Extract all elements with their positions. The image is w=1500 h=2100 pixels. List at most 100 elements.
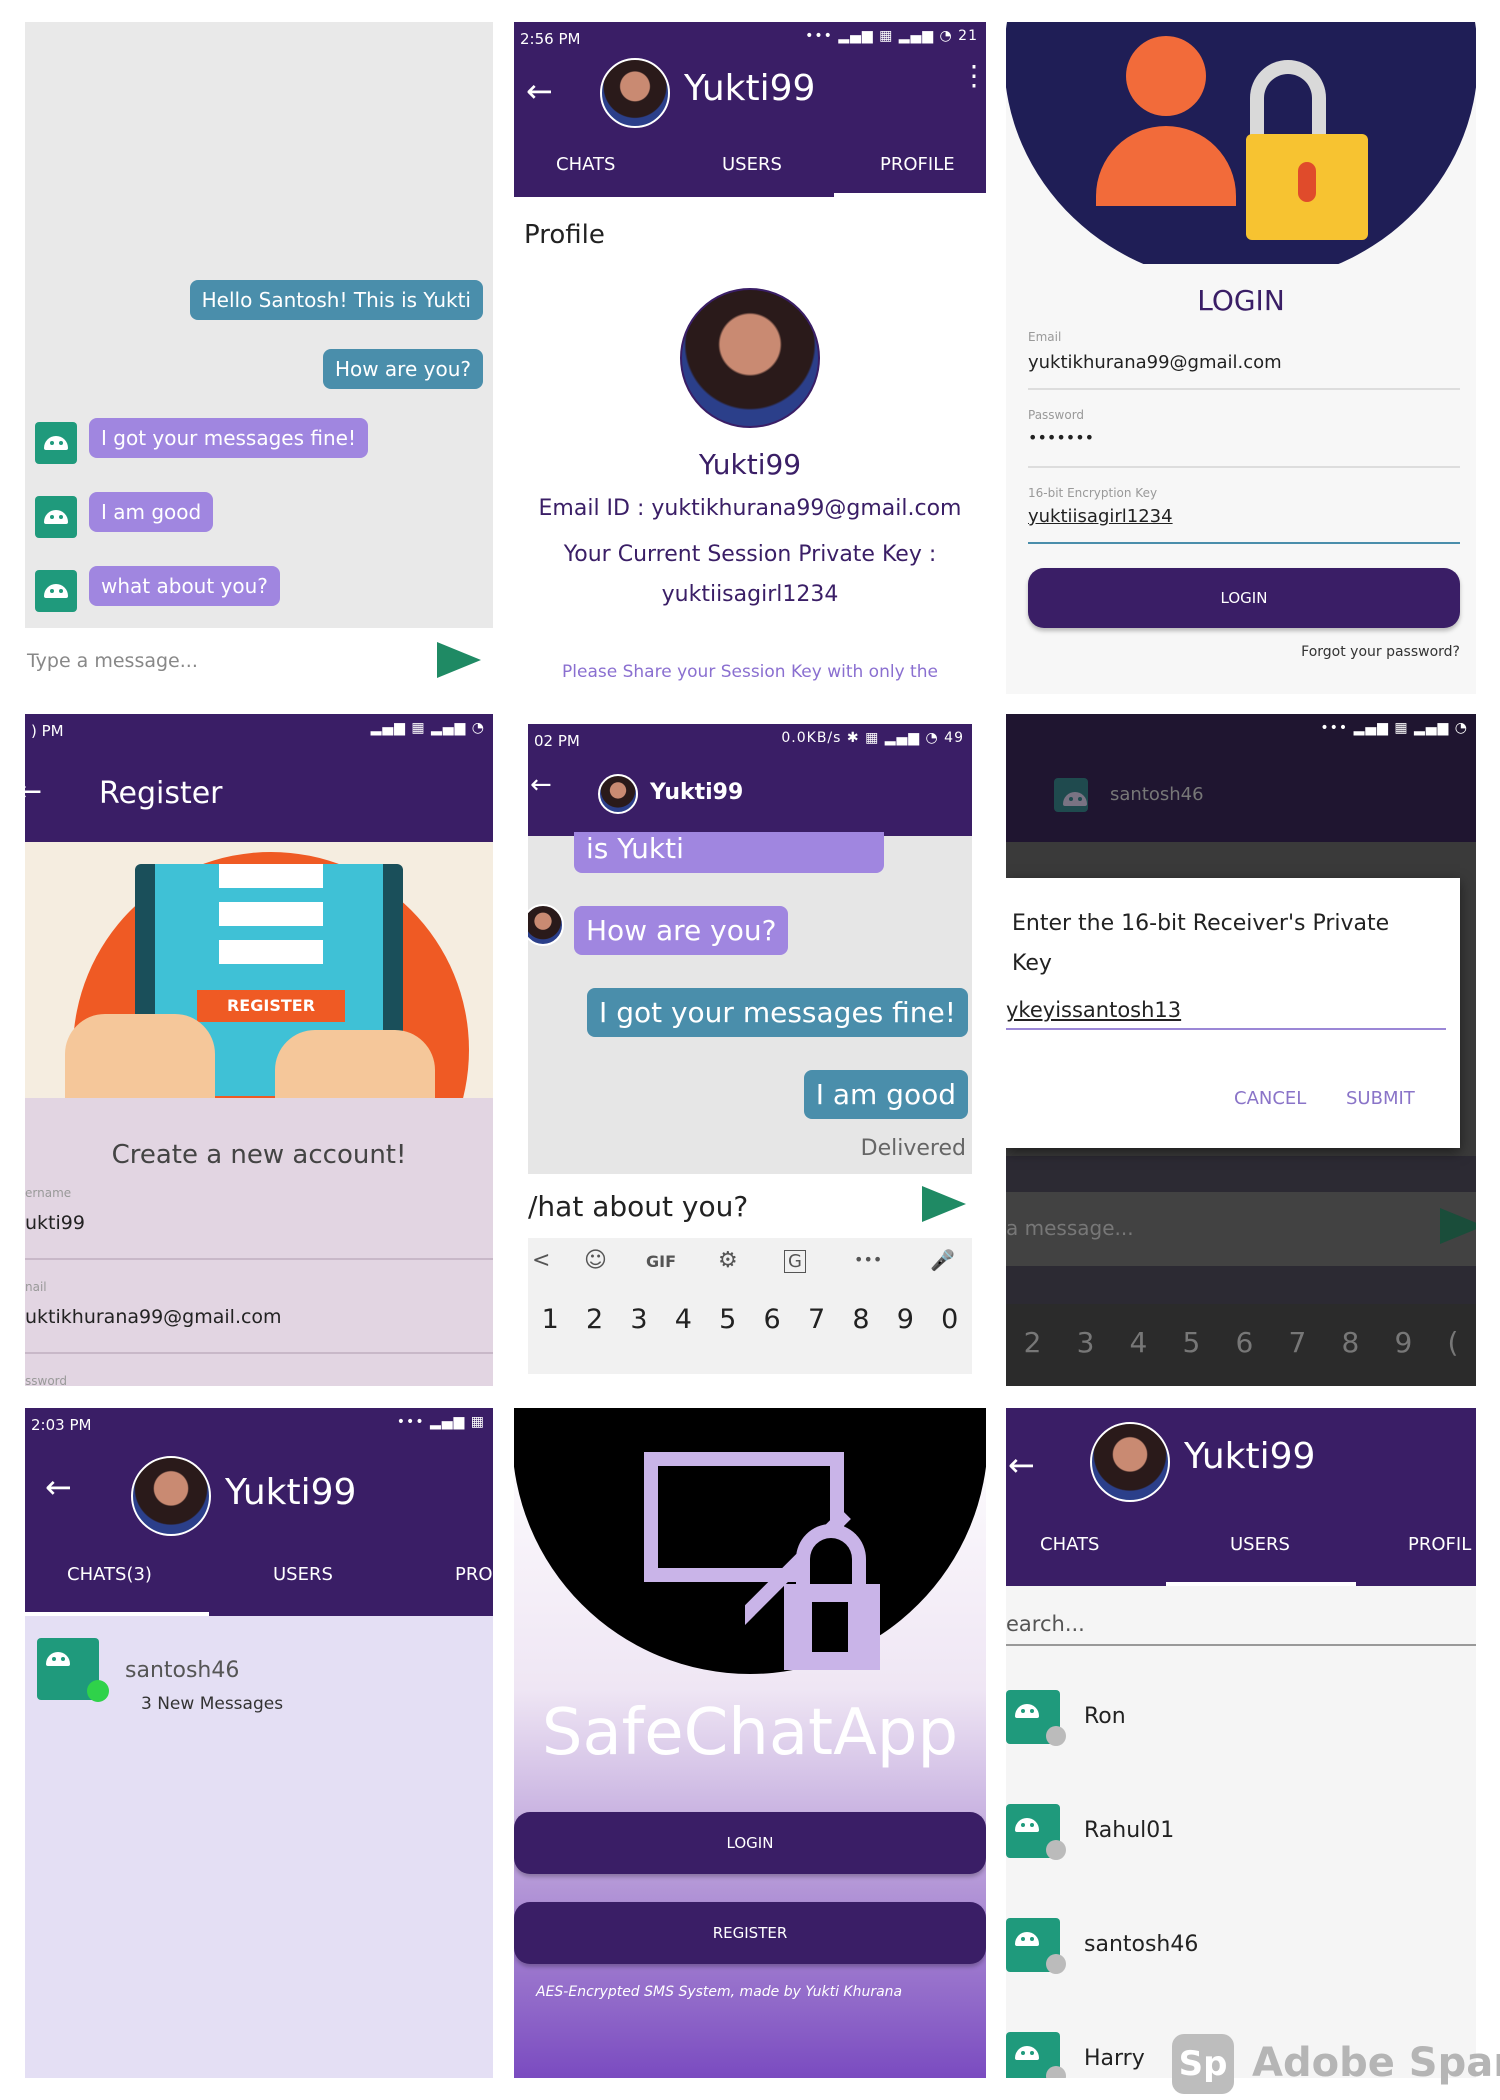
login-button[interactable]: LOGIN [514,1812,986,1874]
encryption-key-field[interactable]: yuktiisagirl1234 [1028,506,1173,527]
avatar[interactable] [1090,1422,1170,1502]
key-0[interactable]: 0 [941,1304,958,1335]
android-avatar-icon [35,422,77,464]
keyboard-collapse-icon[interactable]: < [532,1248,550,1273]
private-key-dialog: Enter the 16-bit Receiver's Private Key … [1006,878,1460,1148]
key-3: 3 [1076,1326,1095,1359]
submit-button[interactable]: SUBMIT [1346,1088,1415,1109]
back-arrow-icon[interactable]: ← [1008,1446,1035,1484]
user-list-item[interactable]: Ron [1084,1704,1126,1729]
password-field[interactable]: ••••••• [1028,428,1094,447]
login-title: LOGIN [1197,284,1285,317]
key-6[interactable]: 6 [764,1304,781,1335]
back-arrow-icon[interactable]: ← [25,774,42,809]
adobe-spark-logo: Sp [1172,2034,1234,2094]
offline-dot [1046,2066,1066,2078]
offline-dot [1046,1954,1066,1974]
status-icons: 0.0KB/s ✱ ▦ ▂▄▆ ◔ 49 [781,730,964,746]
received-message: How are you? [574,906,789,955]
chat-screen-2: 02 PM 0.0KB/s ✱ ▦ ▂▄▆ ◔ 49 ← Yukti99 is … [528,724,972,1374]
key-3[interactable]: 3 [630,1304,647,1335]
divider [25,1258,493,1260]
email-field[interactable]: uktikhurana99@gmail.com [25,1306,282,1328]
key-2[interactable]: 2 [586,1304,603,1335]
username-field[interactable]: ukti99 [25,1212,85,1234]
users-screen: ← Yukti99 CHATS USERS PROFIL earch... Ro… [1006,1408,1476,2078]
divider [25,1352,493,1354]
more-options-icon[interactable]: ••• [854,1250,882,1269]
gif-button[interactable]: GIF [646,1252,676,1271]
login-button[interactable]: LOGIN [1028,568,1460,628]
translate-icon[interactable]: G [784,1250,806,1273]
key-5: 5 [1182,1326,1201,1359]
register-button[interactable]: REGISTER [514,1902,986,1964]
hand-illustration [65,1014,215,1104]
avatar[interactable] [600,58,670,128]
user-list-item[interactable]: Rahul01 [1084,1818,1174,1843]
message-input[interactable]: /hat about you? [528,1190,748,1223]
key-9[interactable]: 9 [897,1304,914,1335]
tab-users[interactable]: USERS [1230,1534,1290,1555]
status-bar: 02 PM 0.0KB/s ✱ ▦ ▂▄▆ ◔ 49 [534,730,964,750]
app-bar-title: Yukti99 [650,780,744,805]
status-icons: ▂▄▆ ▦ ▂▄▆ ◔ [370,720,485,736]
message-input: a message... [1006,1216,1134,1240]
overflow-menu-icon[interactable]: ⋮ [960,62,986,90]
app-bar: 2:56 PM ••• ▂▄▆ ▦ ▂▄▆ ◔ 21 ← Yukti99 ⋮ C… [514,22,986,197]
send-icon[interactable] [922,1186,966,1222]
encryption-key-label: 16-bit Encryption Key [1028,486,1158,500]
register-screen: ) PM ▂▄▆ ▦ ▂▄▆ ◔ ← Register REGISTER Cre… [25,714,493,1386]
sticker-icon[interactable]: ☺ [584,1248,607,1273]
user-list-item[interactable]: Harry [1084,2046,1145,2071]
key-1[interactable]: 1 [542,1304,559,1335]
receiver-key-input[interactable]: ykeyissantosh13 [1006,998,1181,1022]
tab-chats[interactable]: CHATS [556,154,615,175]
key-8: 8 [1341,1326,1360,1359]
email-field[interactable]: yuktikhurana99@gmail.com [1028,352,1282,373]
back-arrow-icon[interactable]: ← [45,1468,72,1506]
divider [1006,1644,1476,1646]
app-bar-title: Yukti99 [1184,1436,1316,1477]
tab-indicator [25,1612,209,1616]
cancel-button[interactable]: CANCEL [1234,1088,1306,1109]
keyboard: < ☺ GIF ⚙ G ••• 🎤 1 2 3 4 5 6 7 8 9 0 [528,1238,972,1374]
back-arrow-icon[interactable]: ← [526,72,553,110]
form-line [219,940,323,964]
tab-profile[interactable]: PROFIL [1408,1534,1471,1555]
tab-profile[interactable]: PROFILE [880,154,955,175]
avatar [528,904,564,946]
key-9: 9 [1394,1326,1413,1359]
sent-message: Hello Santosh! This is Yukti [189,280,483,320]
back-arrow-icon[interactable]: ← [530,770,552,800]
new-messages-count: 3 New Messages [141,1694,284,1714]
chat-item-name[interactable]: santosh46 [125,1658,239,1683]
search-input[interactable]: earch... [1006,1612,1085,1636]
avatar[interactable] [131,1456,211,1536]
key-8[interactable]: 8 [852,1304,869,1335]
key-5[interactable]: 5 [719,1304,736,1335]
profile-screen: 2:56 PM ••• ▂▄▆ ▦ ▂▄▆ ◔ 21 ← Yukti99 ⋮ C… [514,22,986,694]
splash-screen: SafeChatApp LOGIN REGISTER AES-Encrypted… [514,1408,986,2078]
tab-chats[interactable]: CHATS(3) [67,1564,152,1585]
send-icon [1440,1208,1476,1244]
tab-profile[interactable]: PRO [455,1564,493,1585]
app-bar: ) PM ▂▄▆ ▦ ▂▄▆ ◔ ← Register [25,714,493,842]
status-icons: ••• ▂▄▆ ▦ ▂▄▆ ◔ 21 [805,28,978,44]
received-message: I got your messages fine! [89,418,368,458]
key-7[interactable]: 7 [808,1304,825,1335]
key-dialog-screen: ••• ▂▄▆ ▦ ▂▄▆ ◔ santosh46 a message... 2… [1006,714,1476,1386]
tab-users[interactable]: USERS [273,1564,333,1585]
key-4: 4 [1129,1326,1148,1359]
share-note: Please Share your Session Key with only … [562,662,938,682]
user-list-item[interactable]: santosh46 [1084,1932,1198,1957]
avatar[interactable] [598,774,638,814]
key-4[interactable]: 4 [675,1304,692,1335]
tab-chats[interactable]: CHATS [1040,1534,1099,1555]
microphone-icon[interactable]: 🎤 [930,1248,955,1272]
send-icon[interactable] [437,642,481,678]
settings-gear-icon[interactable]: ⚙ [718,1248,738,1273]
forgot-password-link[interactable]: Forgot your password? [1301,644,1460,660]
message-input[interactable]: Type a message... [27,650,198,672]
page-title: Register [99,776,223,811]
tab-users[interactable]: USERS [722,154,782,175]
